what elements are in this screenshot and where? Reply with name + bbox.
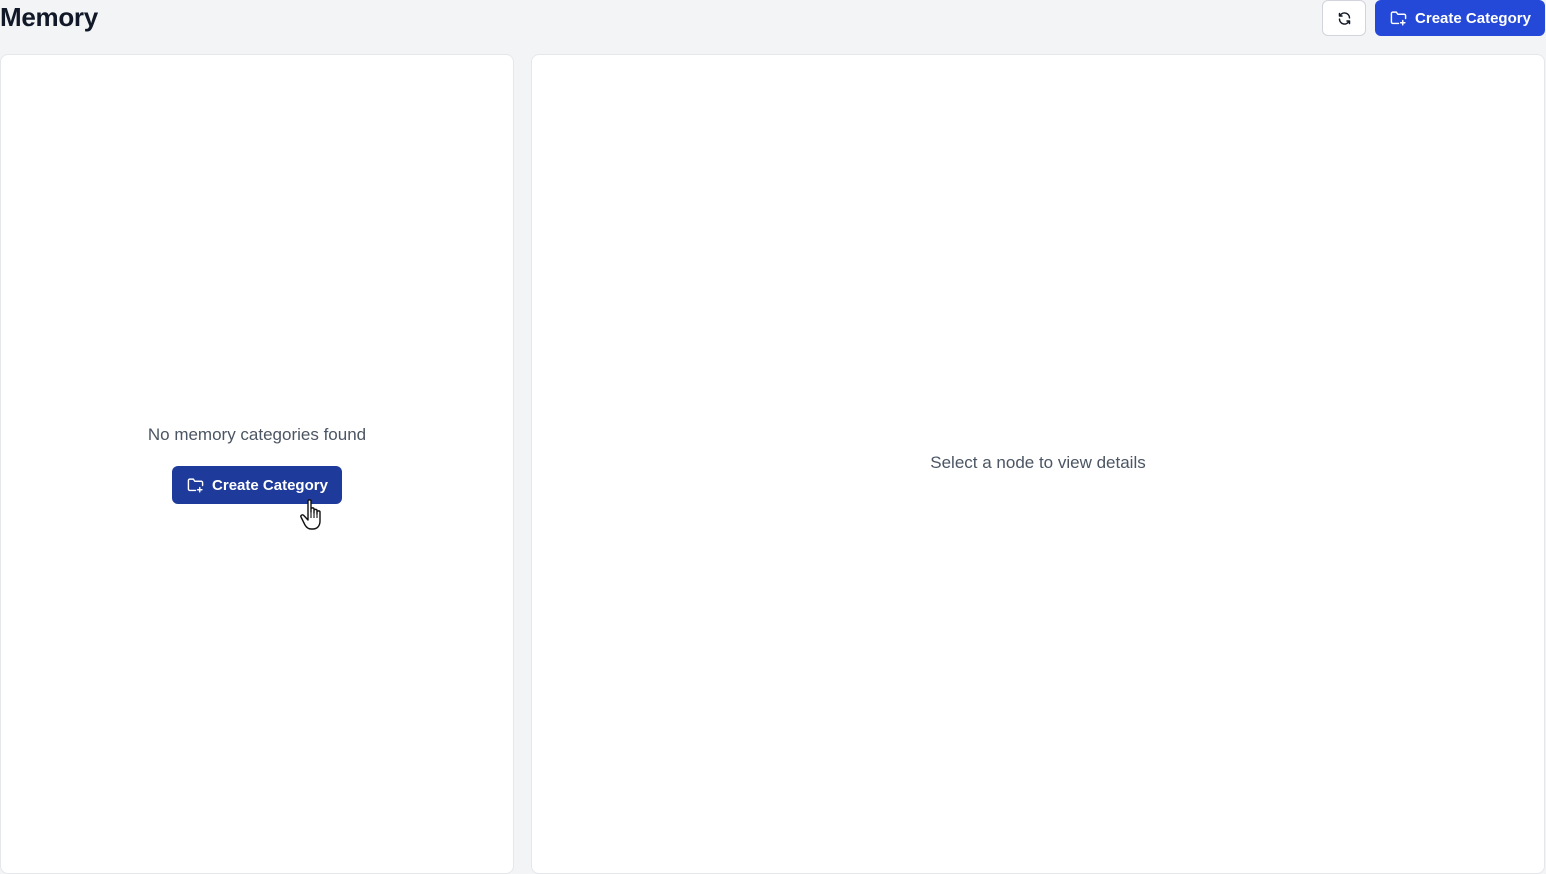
refresh-icon <box>1335 9 1353 27</box>
create-category-label: Create Category <box>1415 9 1531 27</box>
create-category-label: Create Category <box>212 476 328 494</box>
folder-plus-icon <box>1389 9 1407 27</box>
folder-plus-icon <box>186 476 204 494</box>
create-category-button[interactable]: Create Category <box>172 466 342 504</box>
page-title: Memory <box>0 2 98 32</box>
page-header: Memory Create Category <box>0 0 1546 40</box>
empty-details-message: Select a node to view details <box>930 453 1146 472</box>
details-panel: Select a node to view details <box>531 54 1545 874</box>
empty-categories-message: No memory categories found <box>147 425 367 444</box>
refresh-button[interactable] <box>1322 0 1366 36</box>
categories-panel: No memory categories found Create Catego… <box>0 54 514 874</box>
create-category-button-header[interactable]: Create Category <box>1375 0 1545 36</box>
